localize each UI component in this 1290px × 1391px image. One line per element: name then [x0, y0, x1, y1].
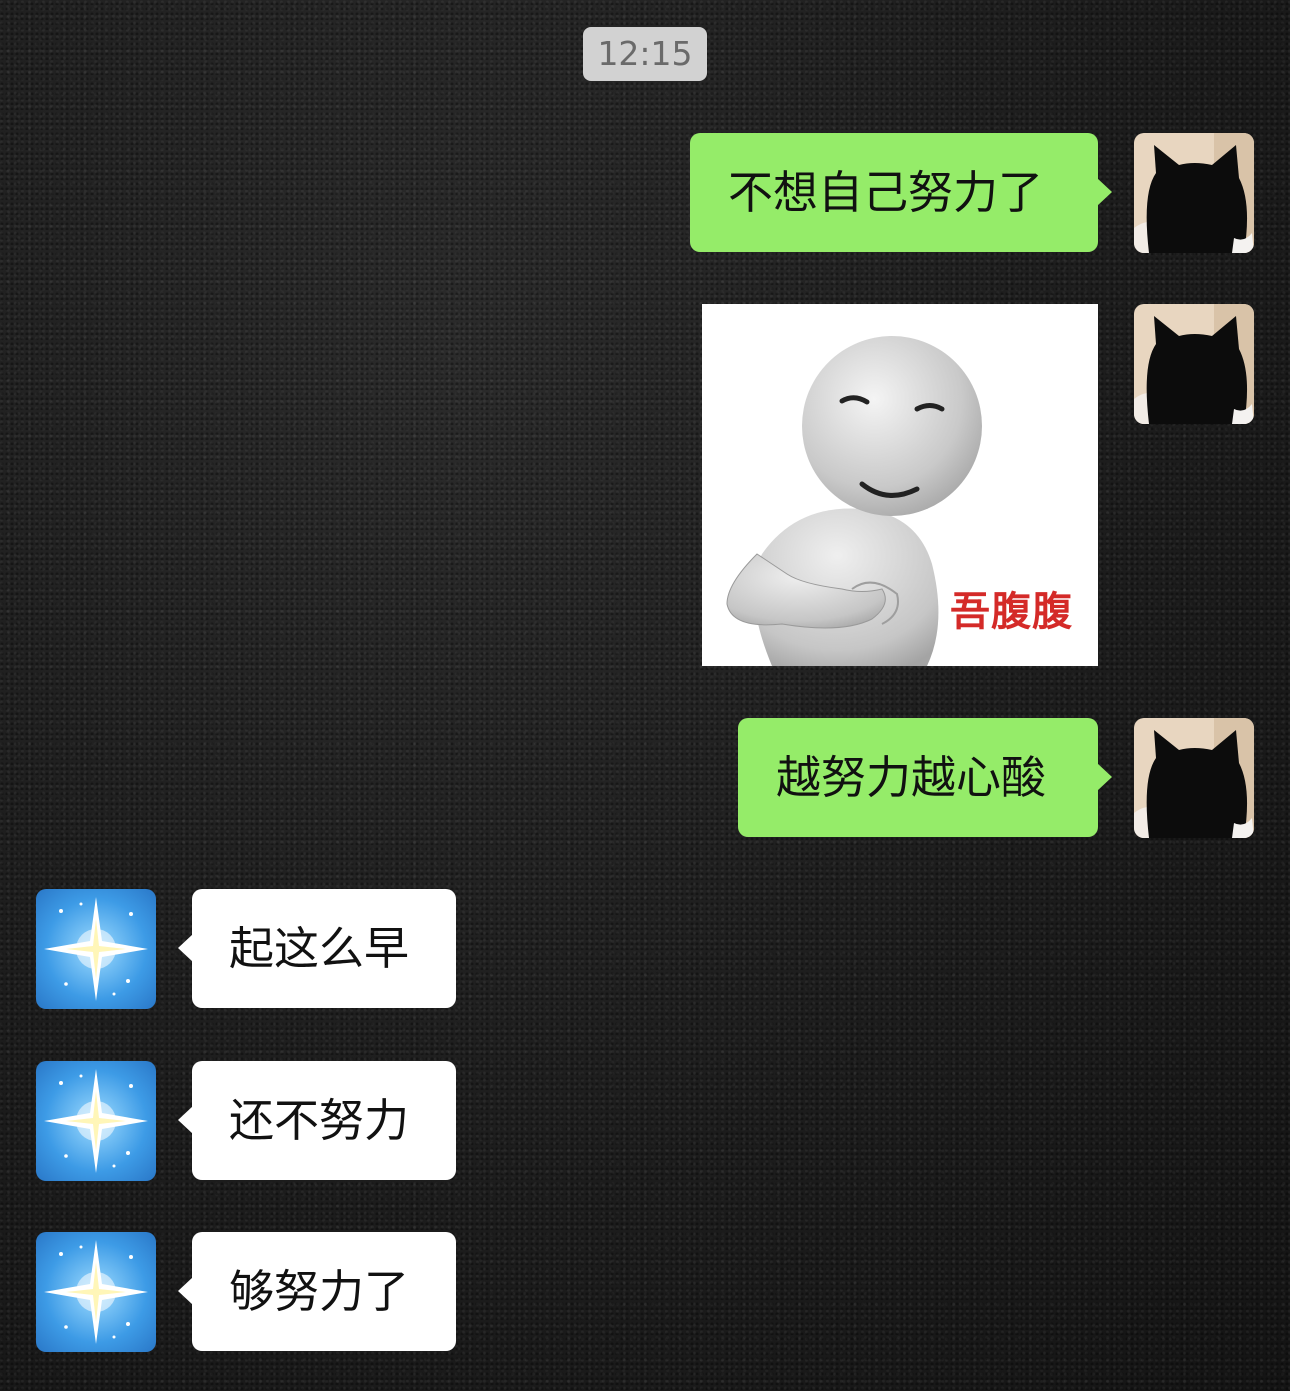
- received-message-bubble[interactable]: 够努力了: [178, 1232, 456, 1351]
- sent-sticker-image[interactable]: 吾腹腹: [702, 304, 1098, 666]
- sent-message-bubble[interactable]: 越努力越心酸: [738, 718, 1112, 837]
- my-avatar-cat-icon[interactable]: [1134, 304, 1254, 424]
- contact-avatar-sparkle-icon[interactable]: [36, 1232, 156, 1352]
- message-text: 还不努力: [229, 1094, 410, 1147]
- sticker-caption: 吾腹腹: [950, 589, 1073, 635]
- sent-message-bubble[interactable]: 不想自己努力了: [690, 133, 1112, 252]
- message-text: 越努力越心酸: [776, 751, 1047, 804]
- message-text: 够努力了: [229, 1265, 410, 1318]
- my-avatar-cat-icon[interactable]: [1134, 718, 1254, 838]
- contact-avatar-sparkle-icon[interactable]: [36, 1061, 156, 1181]
- received-message-bubble[interactable]: 起这么早: [178, 889, 456, 1008]
- message-text: 起这么早: [229, 922, 410, 975]
- my-avatar-cat-icon[interactable]: [1134, 133, 1254, 253]
- message-timestamp: 12:15: [583, 27, 707, 81]
- received-message-bubble[interactable]: 还不努力: [178, 1061, 456, 1180]
- contact-avatar-sparkle-icon[interactable]: [36, 889, 156, 1009]
- message-text: 不想自己努力了: [728, 166, 1044, 219]
